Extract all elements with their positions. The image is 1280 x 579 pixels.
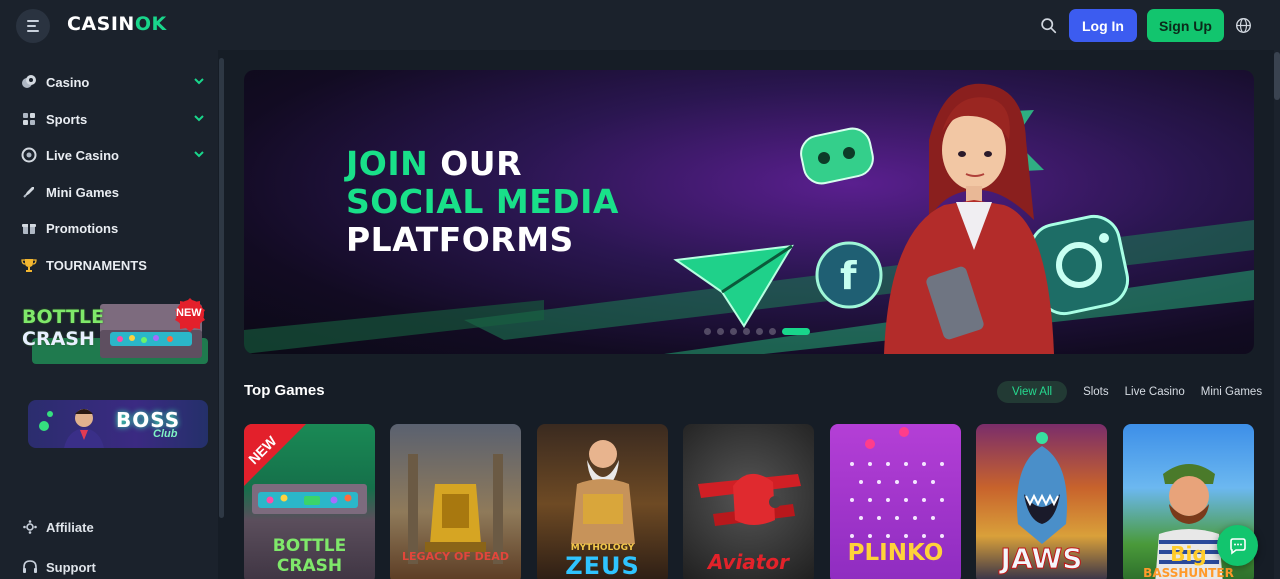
headline-platforms: PLATFORMS [346,220,574,259]
support-label: Support [46,559,96,575]
sidebar-item-sports[interactable]: Sports [20,107,210,131]
carousel-dots [704,328,810,335]
menu-toggle-button[interactable] [16,9,50,43]
hero-banner[interactable]: f JOIN OUR SOCIAL MEDIA PLATFORMS [244,70,1254,354]
carousel-dot[interactable] [717,328,724,335]
carousel-dot[interactable] [769,328,776,335]
sidebar-support[interactable]: Support [22,556,96,578]
game-card-legacy-of-dead[interactable]: LEGACY OF DEAD [390,424,521,579]
gift-icon [20,219,38,237]
game-card-bottle-crash[interactable]: NEW BOTTLE CRASH [244,424,375,579]
sidebar-item-label: Promotions [46,220,119,236]
chat-bubble-icon [1229,537,1246,555]
promo-title-a: BOTTLE [22,306,105,328]
game-title: BASSHUNTER [1143,566,1234,579]
tab-mini-games[interactable]: Mini Games [1185,381,1262,403]
bottle-crash-promo[interactable]: NEW BOTTLE CRASH [20,298,210,370]
sidebar-item-label: Sports [46,111,88,127]
game-card-mythology-zeus[interactable]: MYTHOLOGY ZEUS [537,424,668,579]
boss-club-promo[interactable]: BOSS Club [28,400,208,448]
headline-join: JOIN [346,144,429,183]
affiliate-icon [23,520,37,534]
game-card-plinko[interactable]: PLINKO [830,424,961,579]
live-chat-button[interactable] [1217,525,1258,566]
banner-headline: JOIN OUR SOCIAL MEDIA PLATFORMS [346,145,619,259]
trophy-icon [20,256,38,274]
sidebar-affiliate[interactable]: Affiliate [22,516,94,538]
chevron-down-icon[interactable] [193,148,205,160]
casino-chips-icon [20,73,38,91]
bottle-crash-logo: BOTTLE CRASH [22,306,104,350]
page-scrollbar-thumb[interactable] [1274,52,1280,100]
sidebar-item-label: TOURNAMENTS [46,257,147,273]
sidebar-item-mini-games[interactable]: Mini Games [20,180,210,204]
carousel-dot[interactable] [704,328,711,335]
sports-icon [20,110,38,128]
signup-button[interactable]: Sign Up [1147,9,1224,42]
live-casino-icon [20,146,38,164]
game-card-aviator[interactable]: Aviator [683,424,814,579]
top-header: CASINOK Log In Sign Up [0,0,1280,50]
headset-icon [23,560,37,573]
sidebar-scrollbar[interactable] [219,58,224,518]
game-title: Aviator [708,550,789,574]
logo-main: CASIN [67,13,135,35]
game-title: LEGACY OF DEAD [402,550,509,563]
sidebar-item-label: Live Casino [46,147,119,163]
rocket-icon [20,183,38,201]
site-logo[interactable]: CASINOK [67,13,167,35]
sidebar-item-promotions[interactable]: Promotions [20,216,210,240]
game-title: BOTTLE CRASH [272,536,347,576]
sidebar-item-casino[interactable]: Casino [20,70,210,94]
svg-text:f: f [840,254,857,298]
boss-club-subtitle: Club [153,428,178,440]
chevron-down-icon[interactable] [193,75,205,87]
game-filter-tabs: View All Slots Live Casino Mini Games [997,381,1262,403]
game-title: PLINKO [847,540,944,566]
sidebar-item-label: Casino [46,74,90,90]
login-button[interactable]: Log In [1069,9,1137,42]
game-title: JAWS [1000,542,1083,576]
tab-slots[interactable]: Slots [1067,381,1109,403]
tab-view-all[interactable]: View All [997,381,1068,403]
game-card-jaws[interactable]: JAWS [976,424,1107,579]
new-badge: NEW [176,307,202,319]
sidebar-item-label: Mini Games [46,184,119,200]
logo-accent: OK [134,13,167,35]
game-title: ZEUS [565,552,640,579]
headline-social-media: SOCIAL MEDIA [346,182,619,221]
chevron-down-icon[interactable] [193,112,205,124]
affiliate-label: Affiliate [46,519,94,535]
page-scrollbar[interactable] [1274,50,1280,579]
sidebar-item-live-casino[interactable]: Live Casino [20,143,210,167]
carousel-dot[interactable] [743,328,750,335]
globe-icon[interactable] [1235,17,1252,34]
carousel-dot[interactable] [730,328,737,335]
carousel-dot-active[interactable] [782,328,810,335]
tab-live-casino[interactable]: Live Casino [1109,381,1185,403]
headline-our: OUR [428,144,522,183]
top-games-title: Top Games [244,382,325,399]
promo-title-b: CRASH [22,328,95,350]
carousel-dot[interactable] [756,328,763,335]
search-icon[interactable] [1040,17,1057,34]
sidebar-item-tournaments[interactable]: TOURNAMENTS [20,253,210,277]
